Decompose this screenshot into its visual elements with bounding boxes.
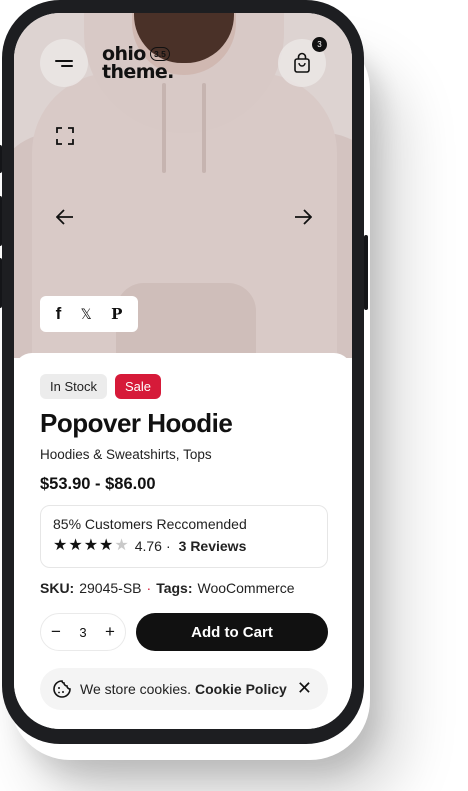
power-button	[364, 235, 368, 310]
star-rating: ★ ★ ★ ★ ★	[53, 538, 129, 554]
phone-frame: ohio theme. 3.5 3 f 𝕏 P In Stock Sale Po…	[0, 0, 368, 744]
cookie-text: We store cookies.	[80, 681, 192, 697]
rating-separator: ·	[165, 538, 171, 554]
quantity-stepper: − 3 +	[40, 613, 126, 651]
recommendation-box: 85% Customers Reccomended ★ ★ ★ ★ ★ 4.76…	[40, 505, 328, 568]
cookie-policy-link[interactable]: Cookie Policy	[195, 681, 287, 697]
increase-button[interactable]: +	[105, 622, 115, 642]
arrow-right-icon[interactable]	[294, 209, 312, 225]
star-icon: ★	[83, 537, 99, 554]
sku-value: 29045-SB	[79, 580, 142, 596]
logo-version-badge: 3.5	[150, 47, 170, 61]
reviews-link[interactable]: 3 Reviews	[179, 538, 247, 554]
volume-down-button	[0, 258, 2, 308]
menu-button[interactable]	[40, 39, 88, 87]
add-to-cart-button[interactable]: Add to Cart	[136, 613, 328, 651]
star-icon: ★	[99, 537, 114, 554]
sale-badge: Sale	[114, 374, 161, 399]
meta-separator: ·	[146, 580, 152, 596]
product-categories[interactable]: Hoodies & Sweatshirts, Tops	[40, 447, 212, 462]
cart-count-badge: 3	[312, 37, 327, 52]
product-meta: SKU: 29045-SB · Tags: WooCommerce	[40, 580, 295, 596]
close-icon[interactable]: ✕	[297, 679, 312, 697]
mute-button	[0, 145, 2, 173]
decrease-button[interactable]: −	[51, 622, 61, 642]
product-details: In Stock Sale Popover Hoodie Hoodies & S…	[14, 353, 352, 729]
rating-row: ★ ★ ★ ★ ★ 4.76 · 3 Reviews	[53, 538, 315, 555]
product-image[interactable]: ohio theme. 3.5 3 f 𝕏 P	[14, 13, 352, 358]
recommend-text: 85% Customers Reccomended	[53, 516, 247, 532]
share-bar: f 𝕏 P	[40, 296, 138, 332]
logo-line-2: theme.	[102, 61, 174, 83]
facebook-icon[interactable]: f	[56, 304, 62, 324]
product-price: $53.90 - $86.00	[40, 475, 156, 493]
tags-value[interactable]: WooCommerce	[198, 580, 295, 596]
cookie-icon	[53, 680, 71, 698]
in-stock-badge: In Stock	[40, 374, 107, 399]
screen: ohio theme. 3.5 3 f 𝕏 P In Stock Sale Po…	[14, 13, 352, 729]
rating-value: 4.76	[134, 538, 162, 554]
product-title: Popover Hoodie	[40, 408, 233, 438]
quantity-value[interactable]: 3	[79, 625, 86, 640]
cookie-banner: We store cookies. Cookie Policy ✕	[40, 668, 328, 710]
star-empty-icon: ★	[114, 537, 129, 554]
sku-label: SKU:	[40, 580, 75, 596]
pinterest-icon[interactable]: P	[111, 305, 122, 323]
star-icon: ★	[68, 537, 83, 554]
drawstring-left	[162, 83, 166, 173]
volume-up-button	[0, 196, 2, 246]
x-twitter-icon[interactable]: 𝕏	[81, 306, 92, 323]
star-icon: ★	[53, 537, 68, 554]
badge-row: In Stock Sale	[40, 374, 161, 399]
hamburger-icon	[55, 57, 73, 70]
arrow-left-icon[interactable]	[56, 209, 74, 225]
tags-label: Tags:	[156, 580, 193, 596]
fullscreen-icon[interactable]	[56, 127, 74, 145]
drawstring-right	[202, 83, 206, 173]
